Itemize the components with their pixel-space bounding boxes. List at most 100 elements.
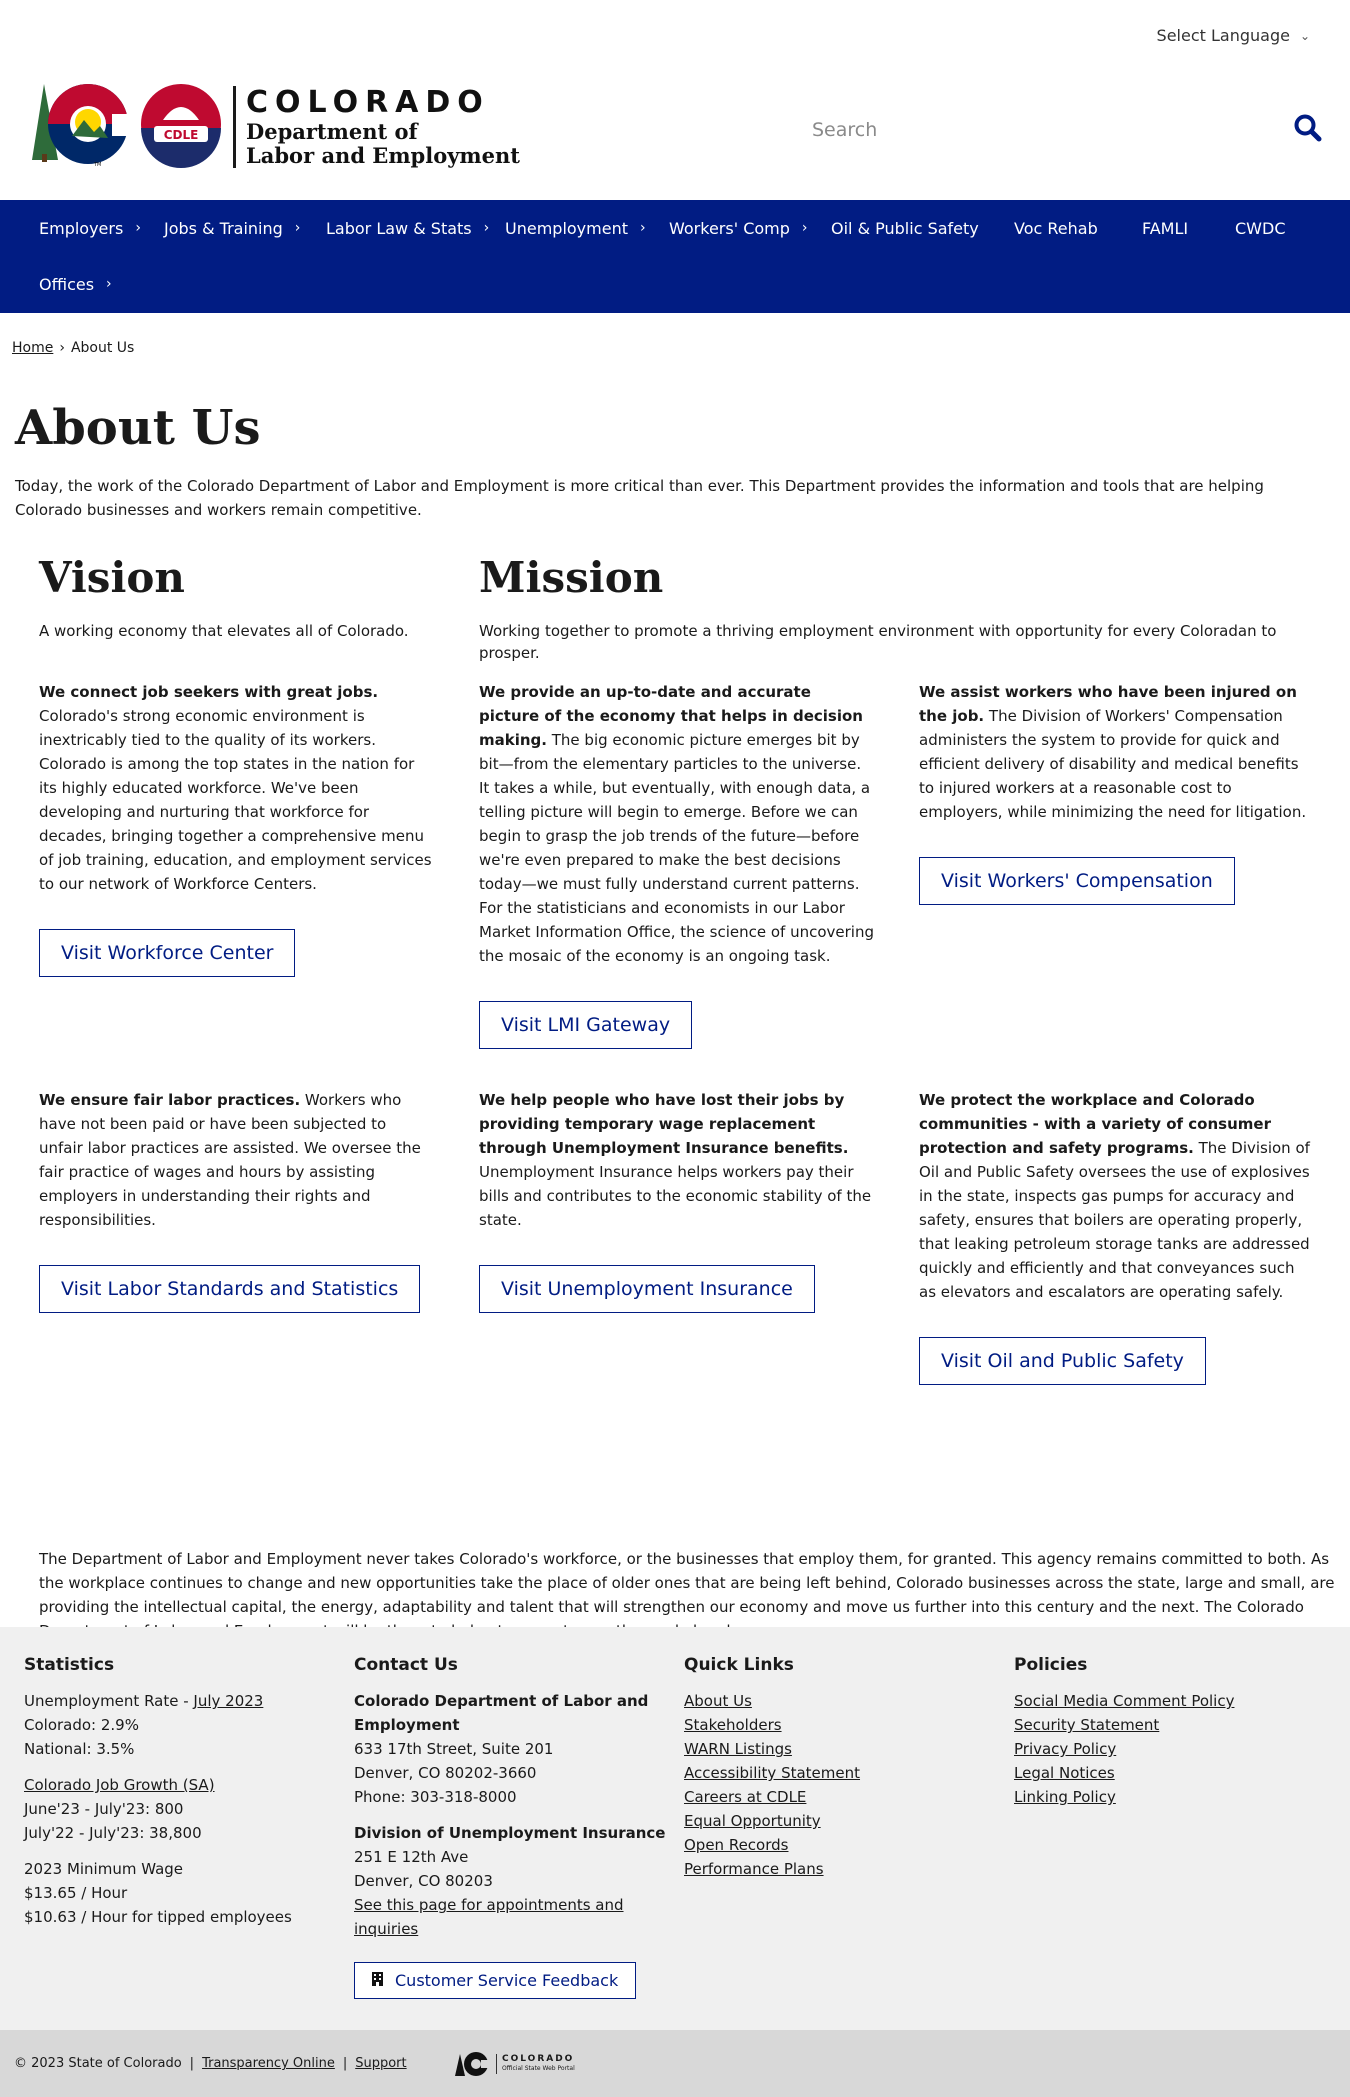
nav-item-labor-law-stats[interactable]: Labor Law & Stats › [326,219,505,238]
service-block-lmi: We provide an up-to-date and accurate pi… [479,680,874,1049]
page-title: About Us [15,400,261,456]
nav-item-employers[interactable]: Employers › [39,219,164,238]
quick-link-open-records[interactable]: Open Records [684,1833,860,1857]
separator: | [342,2056,348,2071]
unemployment-rate-line: Unemployment Rate - July 2023 [24,1689,292,1713]
mission-heading: Mission [479,553,664,602]
visit-workforce-center-button[interactable]: Visit Workforce Center [39,929,296,977]
breadcrumb-separator: › [59,340,65,356]
service-body: The big economic picture emerges bit by … [479,731,874,965]
portal-subtitle: Official State Web Portal [502,2065,575,2072]
contact-address2: 251 E 12th Ave [354,1848,469,1866]
breadcrumb-home-link[interactable]: Home [12,340,53,356]
visit-workers-comp-button[interactable]: Visit Workers' Compensation [919,857,1235,905]
job-growth-month: June'23 - July'23: 800 [24,1800,184,1818]
mission-text: Working together to promote a thriving e… [479,622,1277,662]
logo-tm-mark: TM [93,162,101,168]
nav-row-2: Offices › [39,256,1350,312]
service-lead: We help people who have lost their jobs … [479,1091,849,1157]
visit-oil-public-safety-button[interactable]: Visit Oil and Public Safety [919,1337,1206,1385]
services-grid: We connect job seekers with great jobs. … [15,680,1335,1547]
customer-feedback-button[interactable]: Customer Service Feedback [354,1962,637,1999]
visit-labor-standards-button[interactable]: Visit Labor Standards and Statistics [39,1265,421,1313]
logo-state-name: COLORADO [246,85,490,120]
footer-statistics-title: Statistics [24,1655,115,1675]
service-text: We provide an up-to-date and accurate pi… [479,680,874,968]
logo-dept-line1: Department of [246,119,418,144]
nav-item-famli[interactable]: FAMLI [1142,219,1235,238]
chevron-right-icon: › [639,220,646,236]
visit-lmi-gateway-button[interactable]: Visit LMI Gateway [479,1001,693,1049]
policy-link-legal-notices[interactable]: Legal Notices [1014,1761,1234,1785]
national-rate: National: 3.5% [24,1740,135,1758]
visit-unemployment-insurance-button[interactable]: Visit Unemployment Insurance [479,1265,815,1313]
appointments-link-line2[interactable]: inquiries [354,1917,665,1941]
min-wage-title: 2023 Minimum Wage [24,1860,184,1878]
policy-link-social-media[interactable]: Social Media Comment Policy [1014,1689,1234,1713]
service-block-oil-safety: We protect the workplace and Colorado co… [919,1088,1314,1385]
footer-statistics: Statistics Unemployment Rate - July 2023… [24,1652,292,1929]
main-nav: Employers › Jobs & Training › Labor Law & … [0,200,1350,313]
nav-item-voc-rehab[interactable]: Voc Rehab [1014,219,1142,238]
service-text: We help people who have lost their jobs … [479,1088,874,1232]
breadcrumb: Home › About Us [0,313,1350,356]
logo-wordmark: COLORADO Department of Labor and Employm… [233,86,520,168]
quick-link-accessibility[interactable]: Accessibility Statement [684,1761,860,1785]
chevron-right-icon: › [135,220,141,236]
contact-org1-line1: Colorado Department of Labor and [354,1692,649,1710]
appointments-link-line1[interactable]: See this page for appointments and [354,1893,665,1917]
service-block-workforce: We connect job seekers with great jobs. … [39,680,434,977]
separator: | [189,2056,195,2071]
footer-policies: Policies Social Media Comment Policy Sec… [1014,1652,1234,1809]
nav-item-label: Offices [39,274,95,294]
contact-city1: Denver, CO 80202-3660 [354,1764,537,1782]
policy-link-privacy[interactable]: Privacy Policy [1014,1737,1234,1761]
building-icon [372,1971,383,1990]
nav-item-jobs-training[interactable]: Jobs & Training › [164,219,326,238]
chevron-right-icon: › [294,220,301,236]
policy-link-security[interactable]: Security Statement [1014,1713,1234,1737]
quick-link-stakeholders[interactable]: Stakeholders [684,1713,860,1737]
logo-dept-line2: Labor and Employment [246,143,520,168]
footer-policies-title: Policies [1014,1655,1088,1675]
nav-item-offices[interactable]: Offices › [39,275,112,294]
service-body: Unemployment Insurance helps workers pay… [479,1163,872,1229]
min-wage-tipped: $10.63 / Hour for tipped employees [24,1908,292,1926]
service-text: We ensure fair labor practices. Workers … [39,1088,434,1232]
nav-item-label: Labor Law & Stats [326,218,472,238]
transparency-online-link[interactable]: Transparency Online [202,2056,335,2071]
footer-contact-title: Contact Us [354,1655,458,1675]
policy-link-linking[interactable]: Linking Policy [1014,1785,1234,1809]
quick-link-about-us[interactable]: About Us [684,1689,860,1713]
nav-item-cwdc[interactable]: CWDC [1235,219,1285,238]
chevron-right-icon: › [106,276,112,292]
search-input[interactable] [812,119,1252,141]
quick-link-performance-plans[interactable]: Performance Plans [684,1857,860,1881]
state-portal-logo[interactable]: COLORADO Official State Web Portal [454,2050,575,2078]
colorado-portal-icon [455,2052,490,2076]
quick-link-equal-opportunity[interactable]: Equal Opportunity [684,1809,860,1833]
language-select-label: Select Language [1156,26,1290,45]
logo-badge-text: CDLE [164,128,199,142]
footer-quick-links-title: Quick Links [684,1655,794,1675]
language-select[interactable]: Select Language ⌄ [1157,26,1310,45]
nav-item-workers-comp[interactable]: Workers' Comp › [669,219,831,238]
nav-item-label: Voc Rehab [1014,218,1098,238]
nav-item-oil-public-safety[interactable]: Oil & Public Safety [831,219,1014,238]
nav-item-label: Oil & Public Safety [831,218,979,238]
quick-link-warn-listings[interactable]: WARN Listings [684,1737,860,1761]
min-wage-hour: $13.65 / Hour [24,1884,128,1902]
site-search [812,110,1322,150]
search-icon[interactable] [1294,114,1322,146]
service-block-labor-standards: We ensure fair labor practices. Workers … [39,1088,434,1313]
unemployment-rate-link[interactable]: July 2023 [193,1692,263,1710]
job-growth-link[interactable]: Colorado Job Growth (SA) [24,1773,292,1797]
contact-address1: 633 17th Street, Suite 201 [354,1740,554,1758]
support-link[interactable]: Support [355,2056,406,2071]
quick-link-careers[interactable]: Careers at CDLE [684,1785,860,1809]
chevron-right-icon: › [483,220,490,236]
nav-item-unemployment[interactable]: Unemployment › [505,219,669,238]
nav-item-label: Employers [39,218,124,238]
cdle-logo[interactable]: TM CDLE COLORADO Department of Labor and… [28,84,520,170]
contact-city2: Denver, CO 80203 [354,1872,493,1890]
